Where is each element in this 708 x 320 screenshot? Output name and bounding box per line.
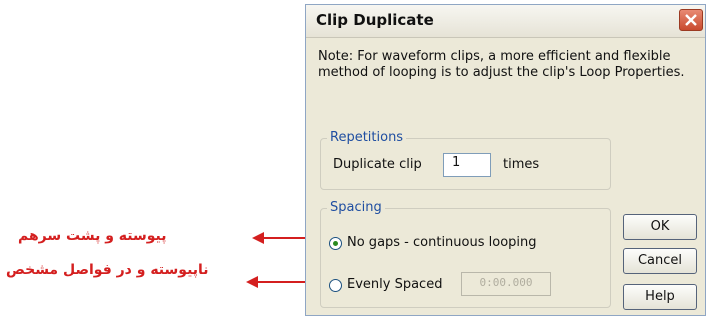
annotation-no-gaps: پیوسته و پشت سرهم [18, 228, 167, 244]
no-gaps-label[interactable]: No gaps - continuous looping [347, 235, 537, 250]
annotation-evenly-spaced: ناپیوسته و در فواصل مشخص [6, 262, 209, 278]
duplicate-clip-label: Duplicate clip [333, 157, 422, 172]
repetitions-group-label: Repetitions [327, 130, 407, 145]
no-gaps-radio[interactable] [329, 237, 342, 250]
spacing-group-label: Spacing [327, 200, 385, 215]
spacing-group: Spacing No gaps - continuous looping Eve… [320, 200, 611, 308]
close-button[interactable] [679, 9, 703, 31]
note-text: Note: For waveform clips, a more efficie… [318, 49, 685, 80]
title-bar[interactable]: Clip Duplicate [306, 5, 705, 38]
close-icon [685, 14, 697, 26]
duplicate-count-input[interactable]: 1 [443, 153, 491, 177]
times-label: times [503, 157, 540, 172]
ok-button[interactable]: OK [623, 214, 697, 240]
repetitions-group: Repetitions Duplicate clip 1 times [320, 130, 611, 190]
clip-duplicate-dialog: Clip Duplicate Note: For waveform clips,… [305, 4, 706, 316]
evenly-spaced-interval-input[interactable]: 0:00.000 [461, 272, 551, 296]
cancel-button[interactable]: Cancel [623, 248, 697, 274]
evenly-spaced-radio[interactable] [329, 279, 342, 292]
evenly-spaced-label[interactable]: Evenly Spaced [347, 277, 442, 292]
dialog-title: Clip Duplicate [316, 11, 434, 29]
help-button[interactable]: Help [623, 284, 697, 310]
